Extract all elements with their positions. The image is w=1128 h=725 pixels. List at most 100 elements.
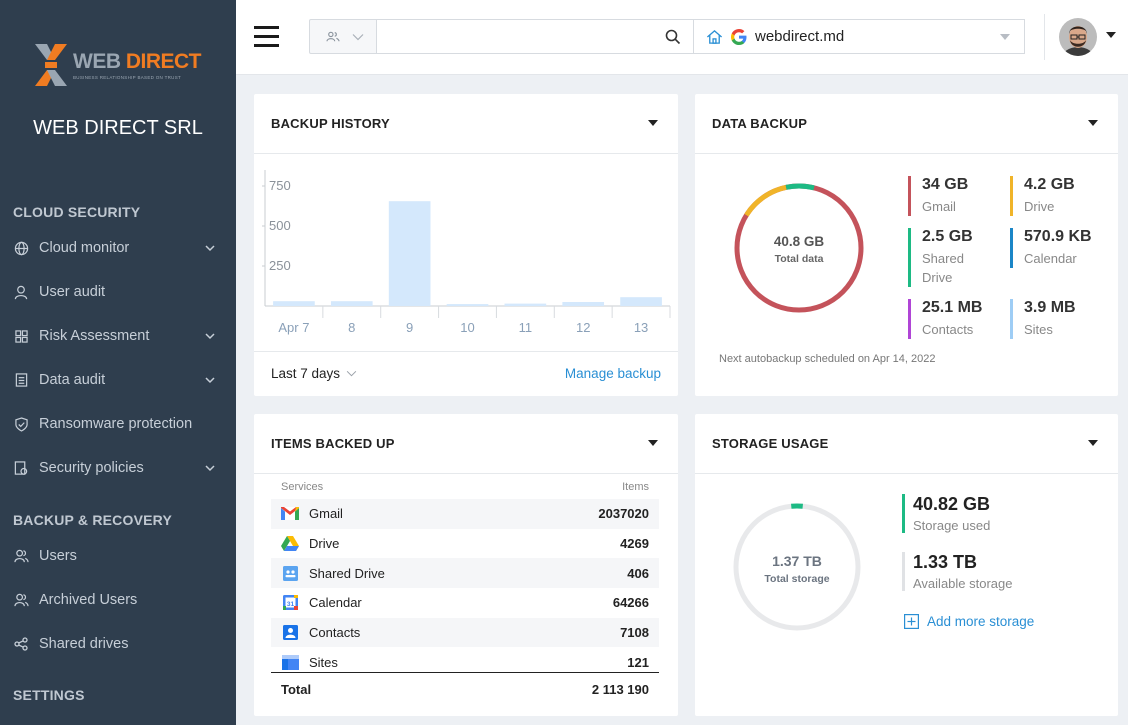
stat-value: 1.33 TB [913,552,978,572]
sidebar-item-label: Archived Users [39,592,138,608]
table-total-row: Total 2 113 190 [271,672,659,706]
plus-square-icon [904,614,919,629]
sidebar-item-label: Ransomware protection [39,416,193,432]
table-row: Gmail 2037020 [271,499,659,529]
sidebar-item-cloud-monitor[interactable]: Cloud monitor [0,231,236,265]
sidebar-item-label: Users [39,548,77,564]
service-count: 7108 [620,625,649,641]
x-tick-label: 11 [519,320,533,335]
users-icon [13,548,29,564]
sidebar-item-risk-assessment[interactable]: Risk Assessment [0,319,236,353]
top-bar: webdirect.md [236,0,1128,75]
service-count: 64266 [612,595,649,611]
donut-total-label: Total data [775,253,824,265]
card-menu-caret-icon[interactable] [648,120,658,126]
sidebar-item-users[interactable]: Users [0,539,236,573]
service-count: 2037020 [598,506,649,522]
user-icon [13,284,29,300]
domain-dropdown[interactable]: webdirect.md [694,19,1025,54]
google-icon [731,28,747,45]
add-more-storage-label: Add more storage [927,614,1035,629]
chevron-down-icon [205,245,215,252]
home-icon [706,29,723,44]
avatar[interactable] [1059,18,1097,56]
legend-contacts: 25.1 MB Contacts [908,299,982,339]
bar-7 [620,297,662,306]
chevron-down-icon [205,333,215,340]
x-tick-label: 12 [576,320,590,335]
donut-total-value: 1.37 TB [772,553,822,569]
divider [1044,14,1045,60]
legend-value: 34 GB [922,176,969,193]
total-value: 2 113 190 [591,682,649,697]
table-row: Shared Drive 406 [271,558,659,589]
bar-2 [330,301,373,306]
x-tick-label: 9 [406,320,413,335]
legend-label: Gmail [922,199,956,214]
service-count: 4269 [620,536,649,552]
sidebar-item-security-policies[interactable]: Security policies [0,451,236,485]
caret-down-icon [1000,34,1010,40]
card-title: ITEMS BACKED UP [271,436,395,451]
legend-gmail: 34 GB Gmail [908,176,968,216]
add-more-storage-button[interactable]: Add more storage [904,614,1034,629]
card-menu-caret-icon[interactable] [1088,120,1098,126]
period-dropdown[interactable]: Last 7 days [271,366,357,381]
legend-label: Shared Drive [922,251,964,285]
stat-label: Storage used [913,518,991,533]
shield-icon [13,416,29,432]
sidebar-item-label: Risk Assessment [39,328,150,344]
service-name: Gmail [309,506,343,522]
section-title-cloud-security: CLOUD SECURITY [13,204,141,220]
bar-1 [273,301,315,306]
legend-drive: 4.2 GB Drive [1010,176,1075,216]
sidebar-item-ransomware-protection[interactable]: Ransomware protection [0,407,236,441]
sidebar-item-user-audit[interactable]: User audit [0,275,236,309]
domain-value: webdirect.md [755,28,845,45]
menu-toggle-icon[interactable] [254,26,280,48]
legend-calendar: 570.9 KB Calendar [1010,228,1092,268]
legend-label: Drive [1024,199,1055,214]
sidebar-item-data-audit[interactable]: Data audit [0,363,236,397]
grid-icon [13,328,29,344]
logo-tagline: BUSINESS RELATIONSHIP BASED ON TRUST [73,75,182,80]
donut-total-label: Total storage [764,573,829,585]
service-count: 121 [627,654,649,670]
search-input[interactable] [377,20,647,53]
manage-backup-link[interactable]: Manage backup [565,366,661,381]
users-icon [326,31,340,41]
bar-5 [504,303,547,306]
card-menu-caret-icon[interactable] [648,440,658,446]
legend-value: 4.2 GB [1024,176,1075,193]
logo-mark-icon [35,44,67,86]
search-icon[interactable] [665,29,681,45]
storage-available-stat: 1.33 TB Available storage [902,552,1013,591]
stat-value: 40.82 GB [913,494,991,514]
service-name: Drive [309,536,340,552]
share-icon [13,636,29,652]
backup-history-chart: 250 500 750 Apr 7 8 9 10 11 12 13 [262,170,671,335]
y-tick-label: 250 [269,258,291,273]
stat-label: Available storage [913,576,1013,591]
card-menu-caret-icon[interactable] [1088,440,1098,446]
sidebar: WEB DIRECT BUSINESS RELATIONSHIP BASED O… [0,0,236,725]
table-row: Contacts 7108 [271,617,659,648]
items-table[interactable]: Gmail 2037020 Drive 4269 Shared Drive 40… [271,499,659,671]
service-name: Contacts [309,625,361,641]
card-header: ITEMS BACKED UP [254,414,678,474]
legend-label: Contacts [922,322,974,337]
account-menu-caret-icon[interactable] [1106,32,1116,38]
company-logo[interactable]: WEB DIRECT BUSINESS RELATIONSHIP BASED O… [33,42,203,90]
sidebar-item-shared-drives[interactable]: Shared drives [0,627,236,661]
table-row: Sites 121 [271,647,659,671]
sites-icon [281,654,299,670]
card-title: DATA BACKUP [712,116,808,131]
sidebar-item-archived-users[interactable]: Archived Users [0,583,236,617]
avatar-image [1059,18,1097,56]
calendar-icon: 31 [281,595,299,611]
user-scope-dropdown[interactable] [309,19,377,54]
company-name: WEB DIRECT SRL [33,117,203,139]
column-header-services: Services [281,481,324,493]
legend-value: 2.5 GB [922,228,973,245]
card-title: BACKUP HISTORY [271,116,390,131]
